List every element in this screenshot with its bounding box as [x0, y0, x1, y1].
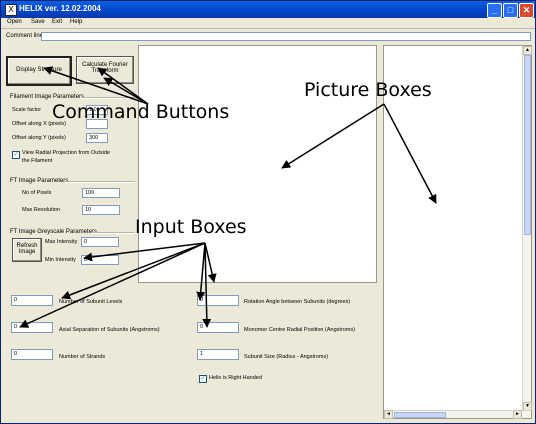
monomer-position-input[interactable]: 0	[197, 322, 239, 333]
min-intensity-input[interactable]: 0	[81, 255, 119, 265]
scroll-up-icon[interactable]: ▲	[523, 46, 532, 55]
app-icon: X	[5, 4, 17, 16]
menu-bar: Open Save Exit Help	[1, 18, 535, 29]
menu-exit[interactable]: Exit	[52, 19, 62, 25]
radial-projection-label-2: the Filament	[22, 158, 53, 164]
radial-projection-label-1: View Radial Projection from Outside	[22, 150, 110, 156]
ft-group-divider	[65, 181, 135, 183]
vertical-scrollbar[interactable]: ▲ ▼	[522, 46, 532, 411]
radial-projection-checkbox[interactable]: ✓	[12, 151, 20, 159]
fourier-picture-box[interactable]: ▲ ▼ ◄ ►	[383, 45, 532, 419]
max-intensity-input[interactable]: 0	[81, 237, 119, 247]
grayscale-group-divider	[91, 232, 135, 234]
close-button[interactable]: ✕	[519, 3, 534, 18]
scale-factor-label: Scale factor	[12, 107, 42, 113]
input-boxes-annotation: Input Boxes	[135, 216, 247, 238]
pixels-input[interactable]: 100	[82, 188, 120, 198]
subunit-levels-label: Number of Subunit Levels	[59, 299, 123, 305]
filament-group-divider	[81, 97, 135, 99]
filament-group-label: Filament Image Parameters	[10, 94, 85, 100]
menu-open[interactable]: Open	[7, 19, 22, 25]
title-bar[interactable]: X HELIX ver. 12.02.2004 _ □ ✕	[1, 1, 535, 18]
menu-save[interactable]: Save	[31, 19, 45, 25]
horizontal-scrollbar[interactable]: ◄ ►	[384, 410, 530, 419]
picture-boxes-annotation: Picture Boxes	[304, 79, 432, 101]
right-handed-label: Helix is Right Handed	[209, 375, 262, 381]
offset-y-input[interactable]: 300	[86, 133, 108, 143]
display-structure-button[interactable]: Display Structure	[6, 56, 72, 86]
comment-input[interactable]	[41, 32, 531, 41]
axial-separation-label: Axial Separation of Subunits (Angstroms)	[59, 327, 160, 333]
offset-y-label: Offset along Y (pixels)	[12, 135, 66, 141]
ft-group-label: FT Image Parameters	[10, 178, 69, 184]
subunit-size-input[interactable]: 1	[197, 349, 239, 360]
maximize-button[interactable]: □	[503, 3, 518, 18]
axial-separation-input[interactable]: 0	[11, 322, 53, 333]
subunit-levels-input[interactable]: 0	[11, 295, 53, 306]
min-intensity-label: Min Intensity	[45, 257, 76, 263]
right-handed-checkbox[interactable]: ✓	[199, 375, 207, 383]
strands-input[interactable]: 0	[11, 349, 53, 360]
display-structure-label: Display Structure	[16, 67, 62, 73]
helix-window: X HELIX ver. 12.02.2004 _ □ ✕ Open Save …	[0, 0, 536, 424]
command-buttons-annotation: Command Buttons	[52, 101, 230, 123]
refresh-label-2: Image	[18, 249, 36, 255]
calculate-fourier-button[interactable]: Calculate Fourier Transform	[76, 56, 134, 84]
rotation-angle-input[interactable]: 0	[197, 295, 239, 306]
menu-help[interactable]: Help	[70, 19, 82, 25]
strands-label: Number of Strands	[59, 354, 106, 360]
calculate-fourier-label-2: Transform	[91, 68, 119, 74]
scroll-left-icon[interactable]: ◄	[384, 410, 393, 419]
refresh-image-button[interactable]: Refresh Image	[12, 238, 42, 262]
comment-label: Comment line:	[6, 33, 45, 39]
resolution-label: Max Resolution	[22, 207, 60, 213]
subunit-size-label: Subunit Size (Radius - Angstroms)	[244, 354, 329, 360]
scroll-right-icon[interactable]: ►	[513, 410, 522, 419]
grayscale-group-label: FT Image Greyscale Parameters	[10, 229, 97, 235]
pixels-label: No of Pixels	[22, 190, 52, 196]
vertical-scroll-thumb[interactable]	[524, 55, 531, 235]
rotation-angle-label: Rotation Angle between Subunits (degrees…	[244, 299, 351, 305]
horizontal-scroll-thumb[interactable]	[394, 412, 446, 418]
max-intensity-label: Max Intensity	[45, 239, 78, 245]
window-title: HELIX ver. 12.02.2004	[19, 4, 101, 13]
minimize-button[interactable]: _	[487, 3, 502, 18]
resolution-input[interactable]: 10	[82, 205, 120, 215]
monomer-position-label: Monomer Centre Radial Position (Angstrom…	[244, 327, 355, 333]
